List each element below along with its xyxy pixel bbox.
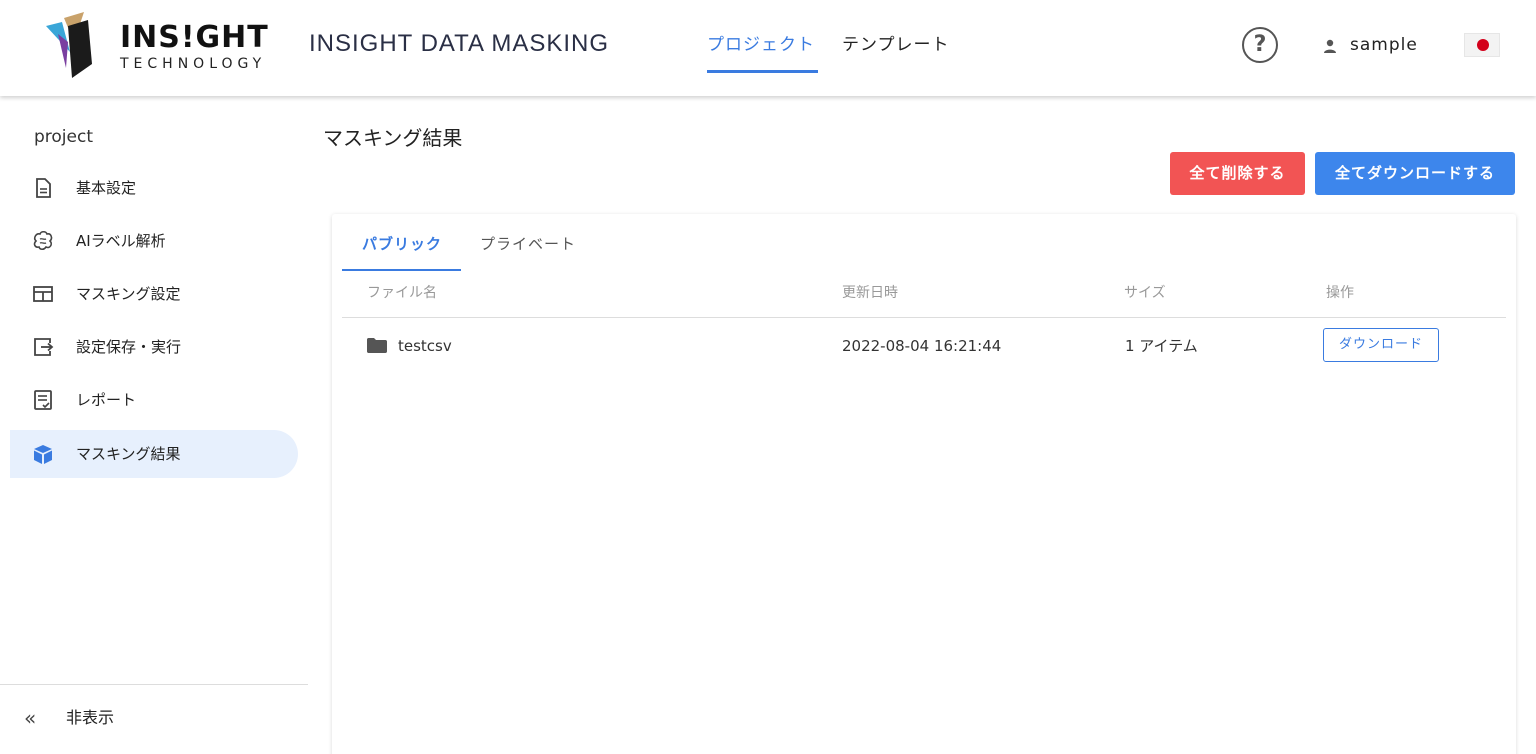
column-header-size[interactable]: サイズ [1124,284,1166,302]
file-name[interactable]: testcsv [398,336,452,356]
tab-private[interactable]: プライベート [480,234,576,254]
page-title: マスキング結果 [323,126,463,150]
sidebar-item-masking-settings[interactable]: マスキング設定 [10,270,298,318]
sidebar-item-basic-settings[interactable]: 基本設定 [10,164,298,212]
sidebar-divider [0,684,308,685]
updated-at: 2022-08-04 16:21:44 [842,337,1002,355]
sidebar-item-save-execute[interactable]: 設定保存・実行 [10,323,298,371]
nav-active-indicator [707,70,818,73]
file-size: 1 アイテム [1125,337,1198,355]
sidebar-item-label: マスキング結果 [76,445,181,463]
nav-tab-project[interactable]: プロジェクト [707,34,815,56]
sidebar-item-label: レポート [76,391,137,409]
double-chevron-left-icon: « [24,706,37,730]
app-title: INSIGHT DATA MASKING [309,30,610,57]
sidebar-hide-button[interactable]: « 非表示 [24,706,224,732]
sidebar-item-ai-label[interactable]: AIラベル解析 [10,217,298,265]
logo-mark-icon [46,12,92,78]
column-header-actions: 操作 [1326,285,1354,301]
jp-flag-icon[interactable] [1464,33,1500,57]
document-icon [36,178,51,198]
sidebar-hide-label: 非表示 [66,708,115,727]
brain-icon [33,230,53,251]
tab-active-indicator [342,269,461,271]
folder-icon [367,338,387,353]
sidebar-item-label: AIラベル解析 [76,232,166,250]
sidebar-item-label: 設定保存・実行 [76,338,182,356]
sidebar-item-label: マスキング設定 [76,285,181,303]
tab-public[interactable]: パブリック [362,234,442,254]
sidebar-item-report[interactable]: レポート [10,376,298,424]
top-header: INS!GHT TECHNOLOGY INSIGHT DATA MASKING … [0,0,1536,96]
cube-icon [34,445,52,464]
table-grid-icon [33,286,53,302]
sidebar: project 基本設定 AIラベル解析 マスキング設定 設定保存・実行 レポー… [0,96,308,754]
column-header-updated[interactable]: 更新日時 [842,284,898,302]
column-header-filename[interactable]: ファイル名 [367,284,437,302]
user-icon [1324,39,1336,53]
export-icon [34,338,54,356]
download-all-button[interactable]: 全てダウンロードする [1315,152,1515,195]
results-card: パブリック プライベート ファイル名 更新日時 サイズ 操作 testcsv 2… [332,214,1516,754]
logo-wordmark: INS!GHT [120,20,269,55]
sidebar-item-masking-result[interactable]: マスキング結果 [10,430,298,478]
sidebar-item-label: 基本設定 [76,179,137,197]
help-icon[interactable]: ? [1242,27,1278,63]
nav-tab-template[interactable]: テンプレート [842,34,950,56]
company-logo[interactable]: INS!GHT TECHNOLOGY [44,12,284,78]
logo-subtitle: TECHNOLOGY [120,56,267,72]
report-icon [34,390,52,410]
sidebar-project-name: project [34,127,94,147]
table-row[interactable]: testcsv 2022-08-04 16:21:44 1 アイテム ダウンロー… [342,318,1506,374]
user-menu[interactable]: sample [1350,34,1418,56]
delete-all-button[interactable]: 全て削除する [1170,152,1305,195]
download-button[interactable]: ダウンロード [1323,328,1439,362]
